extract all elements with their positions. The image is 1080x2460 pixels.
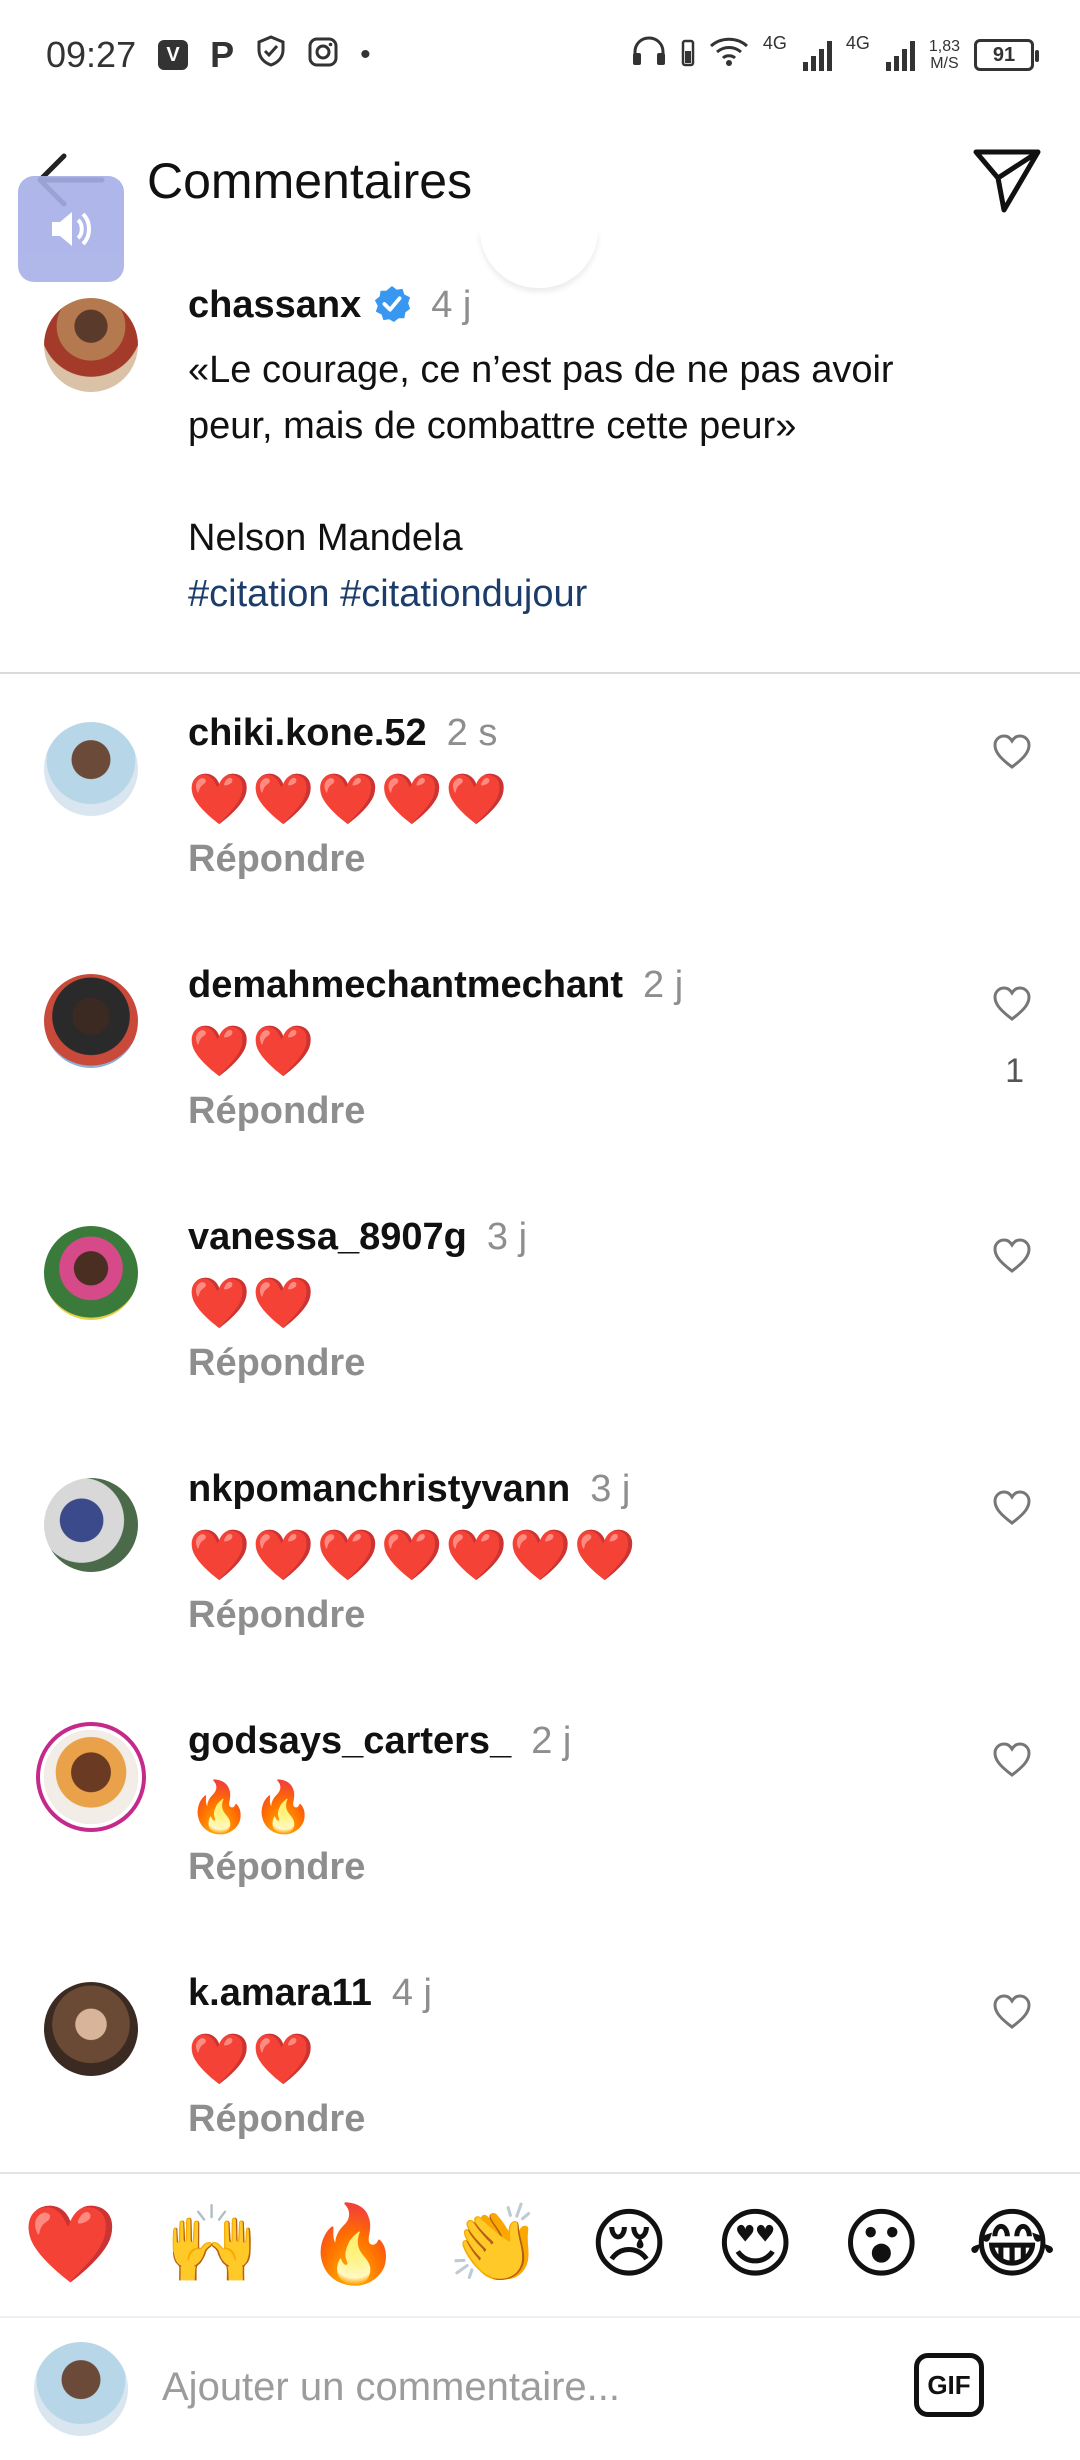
caption-author: Nelson Mandela	[188, 517, 463, 559]
comment-username[interactable]: chiki.kone.52	[188, 712, 427, 755]
gif-button[interactable]: GIF	[914, 2353, 984, 2417]
emoji-laughing-button[interactable]: 😂	[968, 2207, 1057, 2283]
shield-icon	[256, 34, 286, 76]
pull-indicator	[480, 230, 598, 288]
like-heart-icon[interactable]	[992, 984, 1032, 1024]
verified-badge-icon	[375, 285, 411, 323]
wifi-icon	[709, 34, 749, 76]
like-heart-icon[interactable]	[992, 1488, 1032, 1528]
comment-input[interactable]	[160, 2350, 864, 2424]
reply-button[interactable]: Répondre	[188, 1090, 365, 1133]
floating-audio-button[interactable]	[18, 176, 124, 282]
page-title: Commentaires	[147, 153, 473, 209]
caption-username[interactable]: chassanx	[188, 284, 361, 326]
comment-row: nkpomanchristyvann 3 j ❤️❤️❤️❤️❤️❤️❤️ Rép…	[0, 1468, 1080, 1718]
battery-saver-icon	[681, 34, 695, 76]
caption-line: peur, mais de combattre cette peur»	[188, 405, 797, 447]
speaker-icon	[52, 212, 91, 246]
instagram-icon	[308, 34, 338, 76]
avatar[interactable]	[44, 298, 138, 392]
vpn-app-icon: V	[158, 40, 189, 70]
network-type-2: 4G	[845, 33, 870, 53]
comment-username[interactable]: vanessa_8907g	[188, 1216, 467, 1259]
like-heart-icon[interactable]	[992, 732, 1032, 772]
network-speed: 1,83 M/S	[928, 38, 960, 72]
emoji-clap-button[interactable]: 👏	[448, 2207, 543, 2283]
reply-button[interactable]: Répondre	[188, 1594, 365, 1637]
emoji-quick-bar: ❤️ 🙌 🔥 👏 😢 😍 😮 😂	[0, 2172, 1080, 2318]
caption-line: «Le courage, ce n’est pas de ne pas avoi…	[188, 349, 894, 391]
emoji-surprised-button[interactable]: 😮	[842, 2207, 921, 2283]
network-type-1: 4G	[762, 33, 787, 53]
comment-text: ❤️❤️❤️❤️❤️❤️❤️	[188, 1527, 638, 1583]
comment-time: 3 j	[590, 1468, 631, 1510]
comment-text: ❤️❤️	[188, 1275, 317, 1331]
emoji-raised-hands-button[interactable]: 🙌	[165, 2207, 260, 2283]
reply-button[interactable]: Répondre	[188, 1342, 365, 1385]
comment-time: 2 s	[446, 712, 498, 754]
divider	[0, 672, 1080, 674]
comment-row: demahmechantmechant 2 j ❤️❤️ Répondre 1	[0, 964, 1080, 1214]
p-app-icon: P	[210, 34, 235, 75]
emoji-sad-button[interactable]: 😢	[589, 2207, 668, 2283]
comment-time: 2 j	[531, 1720, 572, 1762]
header: Commentaires	[0, 110, 1080, 250]
comment-username[interactable]: demahmechantmechant	[188, 964, 623, 1007]
emoji-heart-button[interactable]: ❤️	[23, 2207, 118, 2283]
avatar[interactable]	[44, 1478, 138, 1572]
comment-time: 4 j	[391, 1972, 432, 2014]
headphones-icon	[631, 34, 667, 76]
emoji-heart-eyes-button[interactable]: 😍	[716, 2207, 795, 2283]
comment-time: 3 j	[486, 1216, 528, 1258]
comment-text: ❤️❤️❤️❤️❤️	[188, 771, 510, 827]
avatar[interactable]	[44, 722, 138, 816]
comment-time: 2 j	[643, 964, 684, 1006]
battery-level: 91	[992, 43, 1016, 66]
comment-text: 🔥🔥	[188, 1779, 317, 1835]
hashtag-link[interactable]: #citation	[188, 573, 330, 615]
clock: 09:27	[46, 34, 137, 75]
notification-dot-icon: •	[360, 38, 371, 71]
like-heart-icon[interactable]	[992, 1992, 1032, 2032]
reply-button[interactable]: Répondre	[188, 2098, 365, 2141]
like-heart-icon[interactable]	[992, 1740, 1032, 1780]
reply-button[interactable]: Répondre	[188, 1846, 365, 1889]
like-heart-icon[interactable]	[992, 1236, 1032, 1276]
avatar[interactable]	[44, 1730, 138, 1824]
reply-button[interactable]: Répondre	[188, 838, 365, 881]
emoji-fire-button[interactable]: 🔥	[306, 2207, 401, 2283]
share-button[interactable]	[970, 144, 1044, 218]
paper-plane-icon	[973, 149, 1041, 213]
status-bar: 09:27 V P • 4G 4G 1,83 M/S 91	[0, 0, 1080, 110]
battery-icon: 91	[974, 39, 1039, 71]
comment-text: ❤️❤️	[188, 1023, 317, 1079]
avatar	[34, 2342, 128, 2436]
avatar[interactable]	[44, 1226, 138, 1320]
comment-row: chiki.kone.52 2 s ❤️❤️❤️❤️❤️ Répondre	[0, 712, 1080, 962]
hashtag-link[interactable]: #citationdujour	[340, 573, 587, 615]
avatar[interactable]	[44, 974, 138, 1068]
signal-icon-1	[802, 39, 832, 71]
comment-row: godsays_carters_ 2 j 🔥🔥 Répondre	[0, 1720, 1080, 1970]
caption-time: 4 j	[431, 284, 472, 326]
comment-row: vanessa_8907g 3 j ❤️❤️ Répondre	[0, 1216, 1080, 1466]
comment-username[interactable]: nkpomanchristyvann	[188, 1468, 570, 1511]
signal-icon-2	[885, 39, 915, 71]
avatar[interactable]	[44, 1982, 138, 2076]
comment-username[interactable]: k.amara11	[188, 1972, 372, 2015]
comment-composer: GIF	[0, 2318, 1080, 2460]
comment-text: ❤️❤️	[188, 2031, 317, 2087]
comment-username[interactable]: godsays_carters_	[188, 1720, 511, 1763]
like-count: 1	[1005, 1052, 1024, 1090]
